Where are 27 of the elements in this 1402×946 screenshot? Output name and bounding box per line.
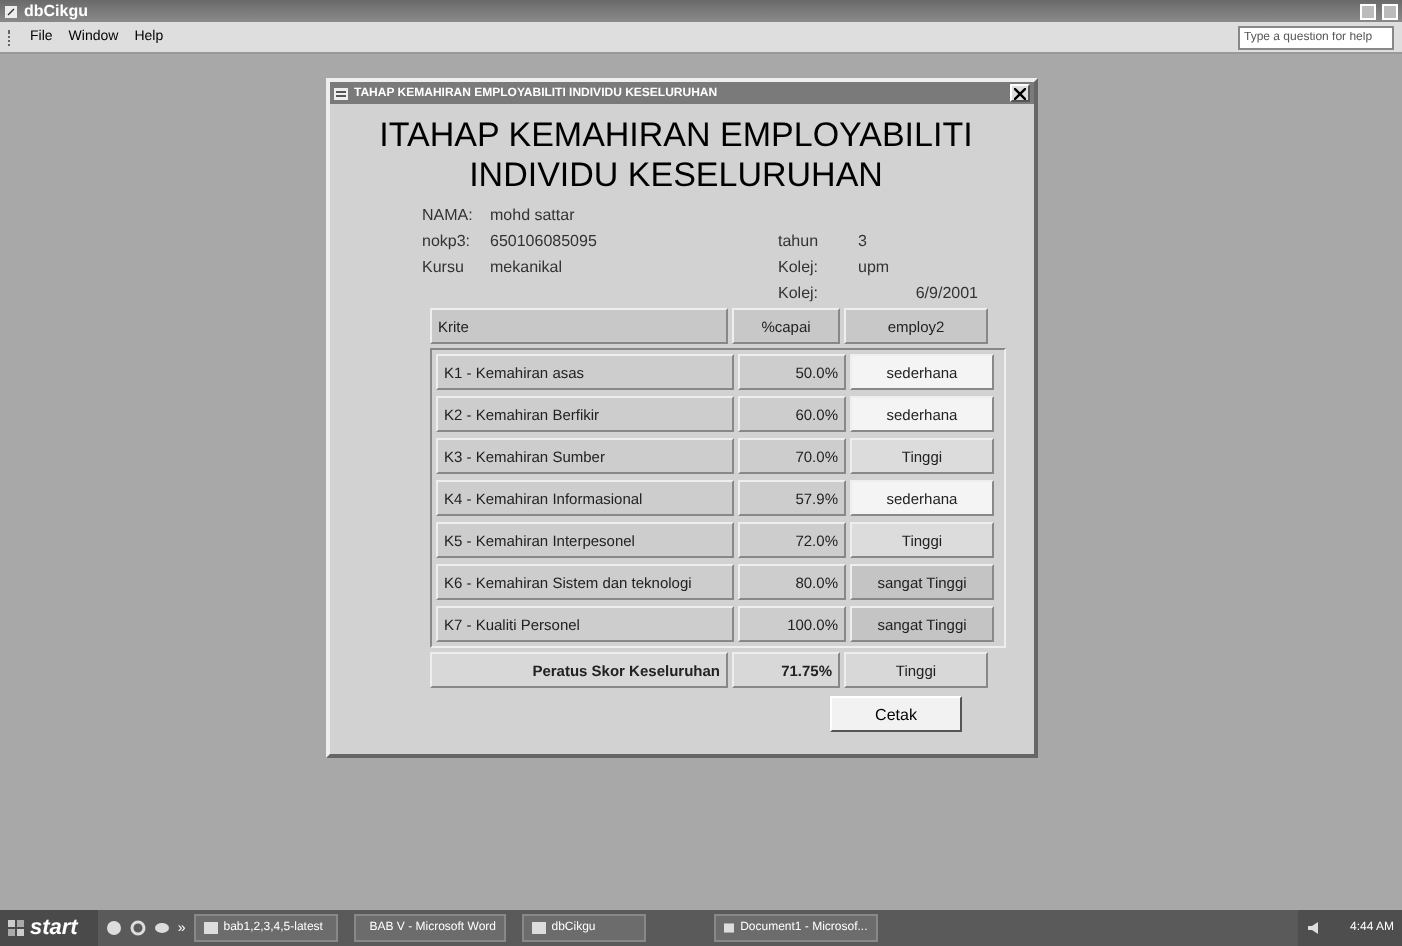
window-title: dbCikgu — [24, 2, 90, 20]
report-heading: ITAHAP KEMAHIRAN EMPLOYABILITI — [377, 116, 975, 156]
restore-button[interactable] — [1382, 3, 1398, 19]
field-label: tahun — [778, 232, 821, 252]
start-button[interactable]: start — [0, 910, 98, 946]
app-icon — [4, 5, 18, 17]
field-value: 3 — [858, 232, 869, 252]
report-heading: INDIVIDU KESELURUHAN — [467, 156, 885, 196]
minimize-button[interactable] — [1360, 3, 1376, 19]
form-icon — [334, 87, 348, 99]
window-icon — [531, 922, 546, 934]
field-label: Kolej: — [778, 258, 821, 278]
windows-flag-icon — [8, 920, 24, 936]
window-icon — [723, 922, 735, 934]
field-label: Kursu — [422, 258, 466, 278]
field-label: Kolej: — [778, 284, 821, 304]
field-value: mekanikal — [490, 258, 563, 278]
speaker-icon[interactable] — [1305, 920, 1322, 936]
field-value: upm — [858, 258, 892, 278]
close-button[interactable] — [1010, 84, 1030, 102]
field-value: mohd sattar — [490, 206, 575, 226]
field-value: 6/9/2001 — [913, 284, 978, 304]
field-value: 650106085095 — [490, 232, 597, 252]
print-button[interactable]: Cetak — [830, 696, 962, 732]
field-label: nokp3: — [422, 232, 473, 252]
field-label: NAMA: — [422, 206, 475, 226]
window-icon — [203, 922, 218, 934]
